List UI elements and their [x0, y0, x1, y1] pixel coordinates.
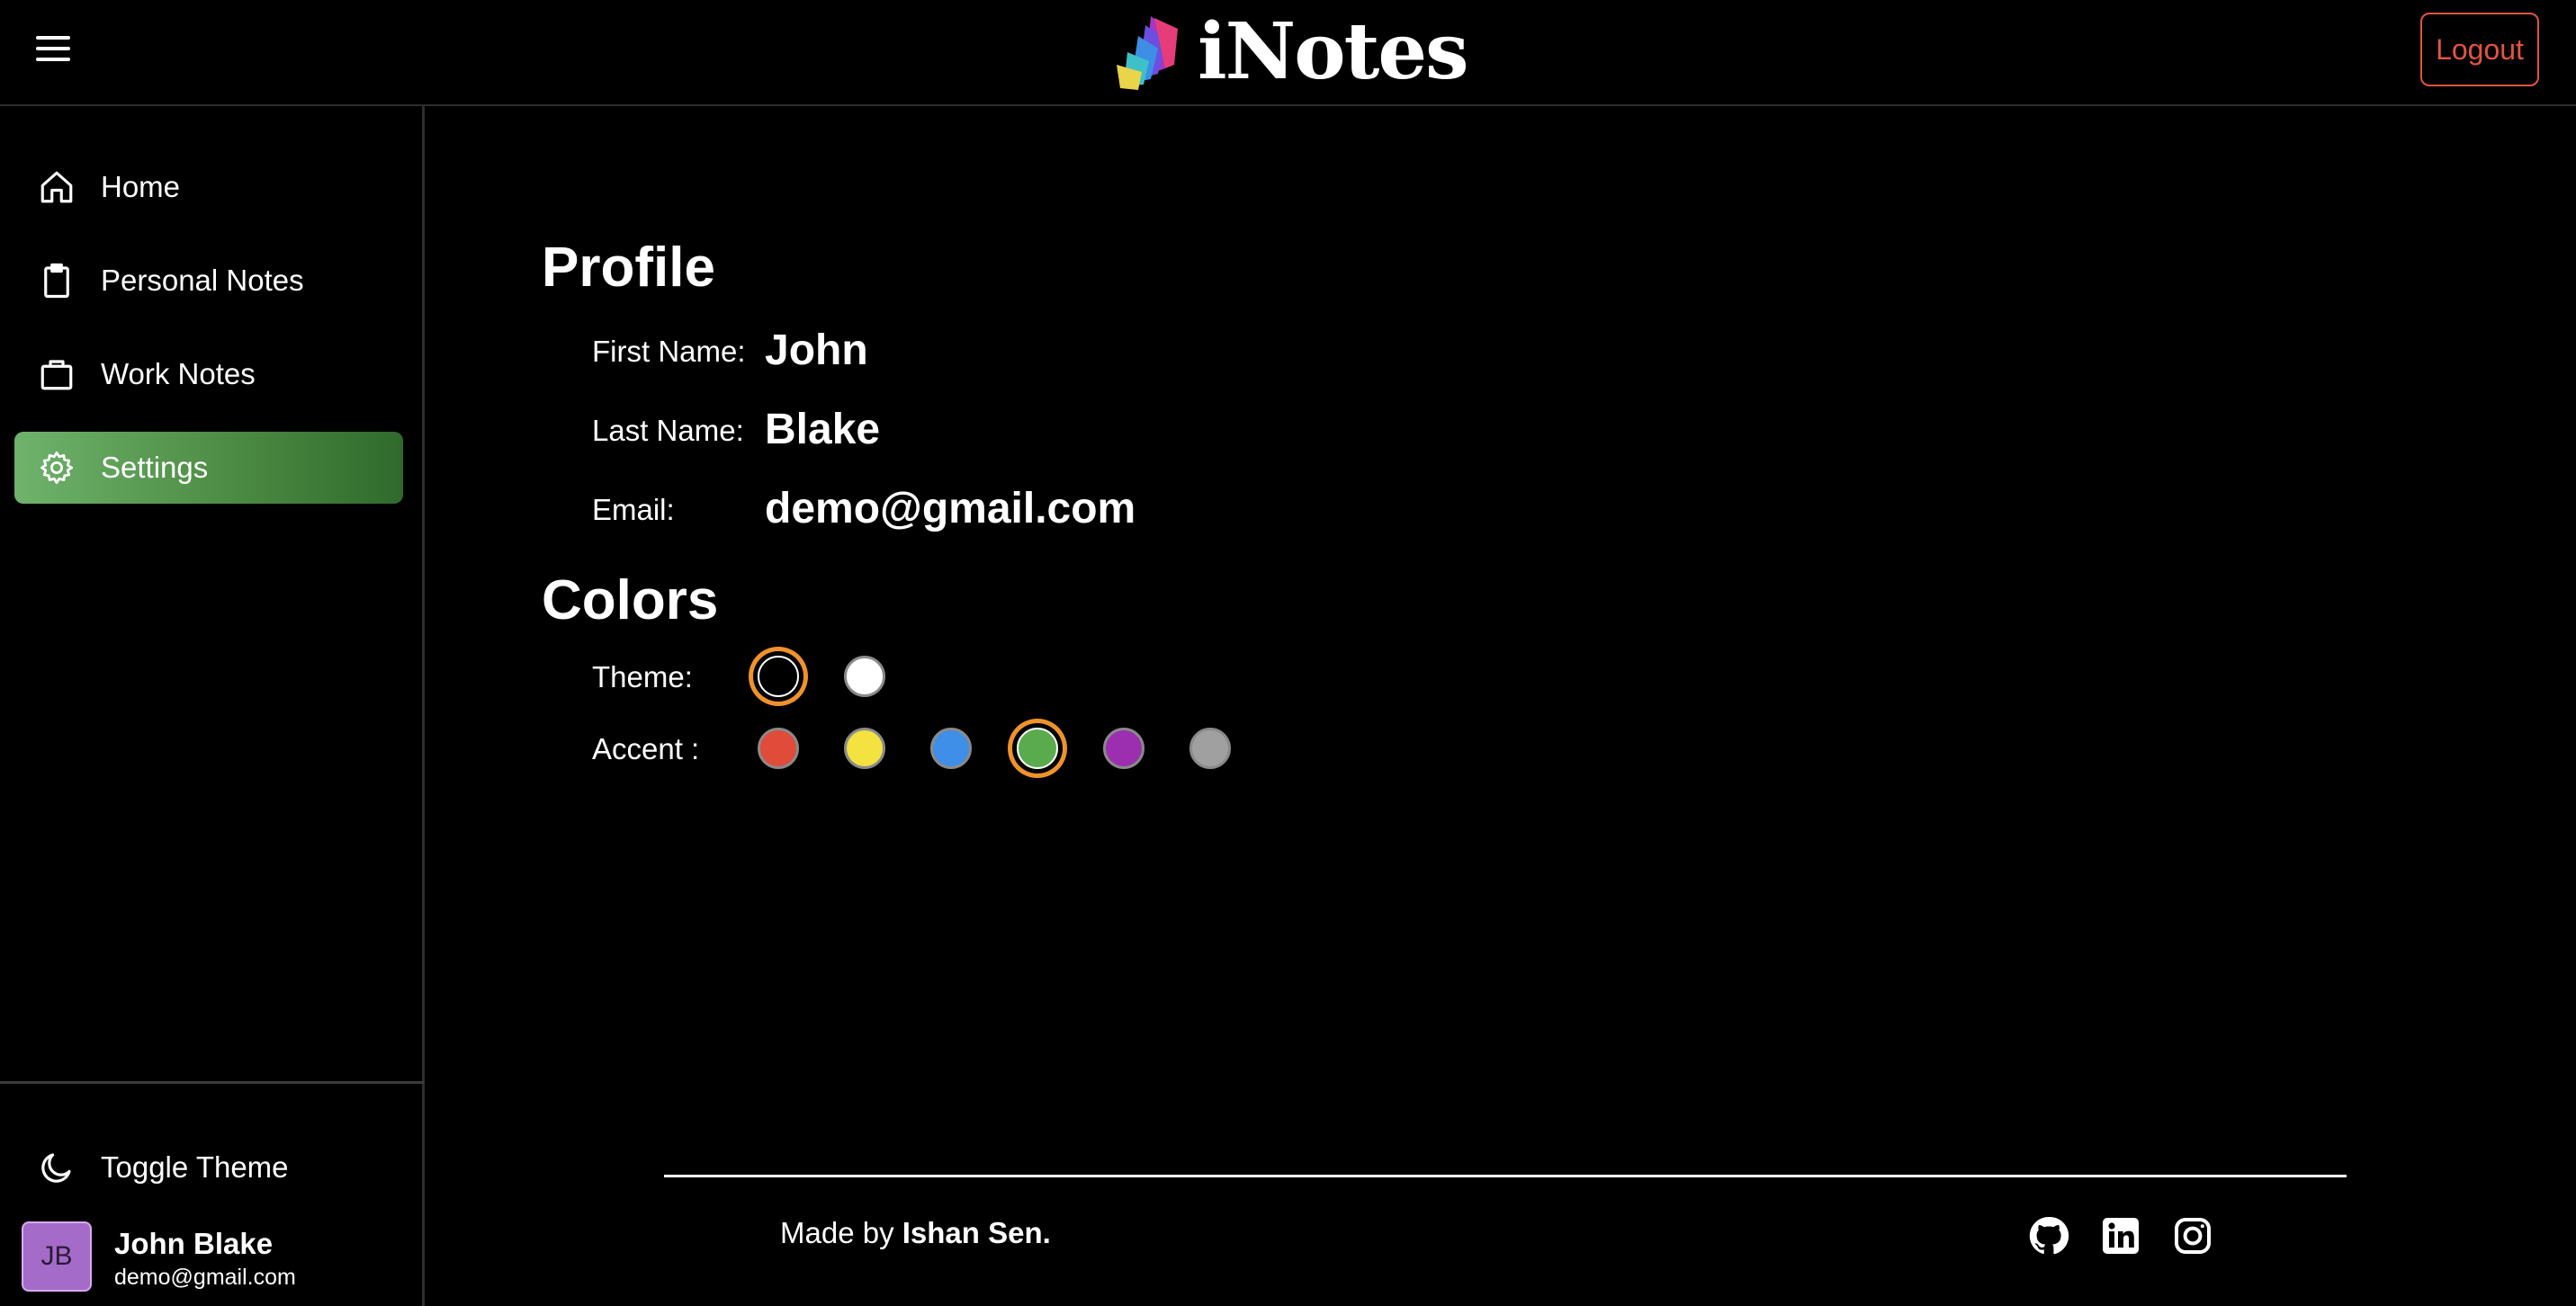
accent-label: Accent : — [592, 732, 700, 765]
logout-button[interactable]: Logout — [2420, 13, 2539, 86]
footer-author: Ishan Sen. — [902, 1216, 1051, 1249]
accent-swatch-4[interactable] — [1017, 728, 1058, 769]
colors-title: Colors — [542, 569, 719, 631]
email-value: demo@gmail.com — [765, 485, 1136, 532]
profile-title: Profile — [542, 237, 715, 299]
sidebar-item-label: Work Notes — [101, 357, 256, 390]
brand-name: iNotes — [1198, 6, 1468, 97]
toggle-theme-label: Toggle Theme — [101, 1150, 289, 1184]
accent-swatch-6[interactable] — [1189, 728, 1231, 769]
moon-icon — [37, 1148, 76, 1187]
footer-credit: Made by Ishan Sen. — [780, 1216, 1051, 1250]
first-name-value: John — [765, 326, 868, 374]
github-icon[interactable] — [2027, 1214, 2070, 1257]
user-name: John Blake — [114, 1227, 274, 1260]
accent-swatch-2[interactable] — [844, 728, 885, 769]
sidebar-item-work-notes[interactable]: Work Notes — [14, 338, 403, 410]
briefcase-icon — [37, 354, 76, 394]
sidebar: Home Personal Notes Work Notes Settings … — [0, 106, 425, 1306]
theme-swatch-1[interactable] — [758, 656, 799, 697]
last-name-value: Blake — [765, 406, 881, 453]
footer-made-by: Made by — [780, 1216, 894, 1249]
avatar: JB — [22, 1221, 92, 1292]
sidebar-item-label: Home — [101, 170, 181, 203]
sidebar-item-label: Settings — [101, 451, 209, 484]
gear-icon — [37, 448, 76, 488]
inotes-logo-icon — [1117, 16, 1178, 90]
clipboard-icon — [37, 261, 76, 300]
accent-swatch-3[interactable] — [930, 728, 972, 769]
footer-divider — [664, 1175, 2347, 1177]
sidebar-item-settings[interactable]: Settings — [14, 432, 403, 504]
top-header: iNotes Logout — [0, 0, 2576, 106]
home-icon — [37, 167, 76, 207]
instagram-icon[interactable] — [2171, 1214, 2214, 1257]
toggle-theme-button[interactable]: Toggle Theme — [14, 1132, 403, 1203]
accent-swatch-1[interactable] — [758, 728, 799, 769]
sidebar-divider — [0, 1081, 425, 1084]
sidebar-item-personal-notes[interactable]: Personal Notes — [14, 245, 403, 317]
accent-swatch-5[interactable] — [1103, 728, 1144, 769]
theme-swatch-2[interactable] — [844, 656, 885, 697]
user-card: JB John Blake demo@gmail.com — [22, 1221, 408, 1293]
user-email: demo@gmail.com — [114, 1265, 296, 1290]
first-name-label: First Name: — [592, 335, 746, 368]
hamburger-menu-icon[interactable] — [34, 34, 74, 65]
brand: iNotes — [1111, 7, 1468, 97]
linkedin-icon[interactable] — [2099, 1214, 2142, 1257]
email-label: Email: — [592, 493, 675, 526]
last-name-label: Last Name: — [592, 414, 744, 447]
sidebar-item-home[interactable]: Home — [14, 151, 403, 223]
sidebar-item-label: Personal Notes — [101, 264, 304, 297]
theme-label: Theme: — [592, 660, 693, 693]
